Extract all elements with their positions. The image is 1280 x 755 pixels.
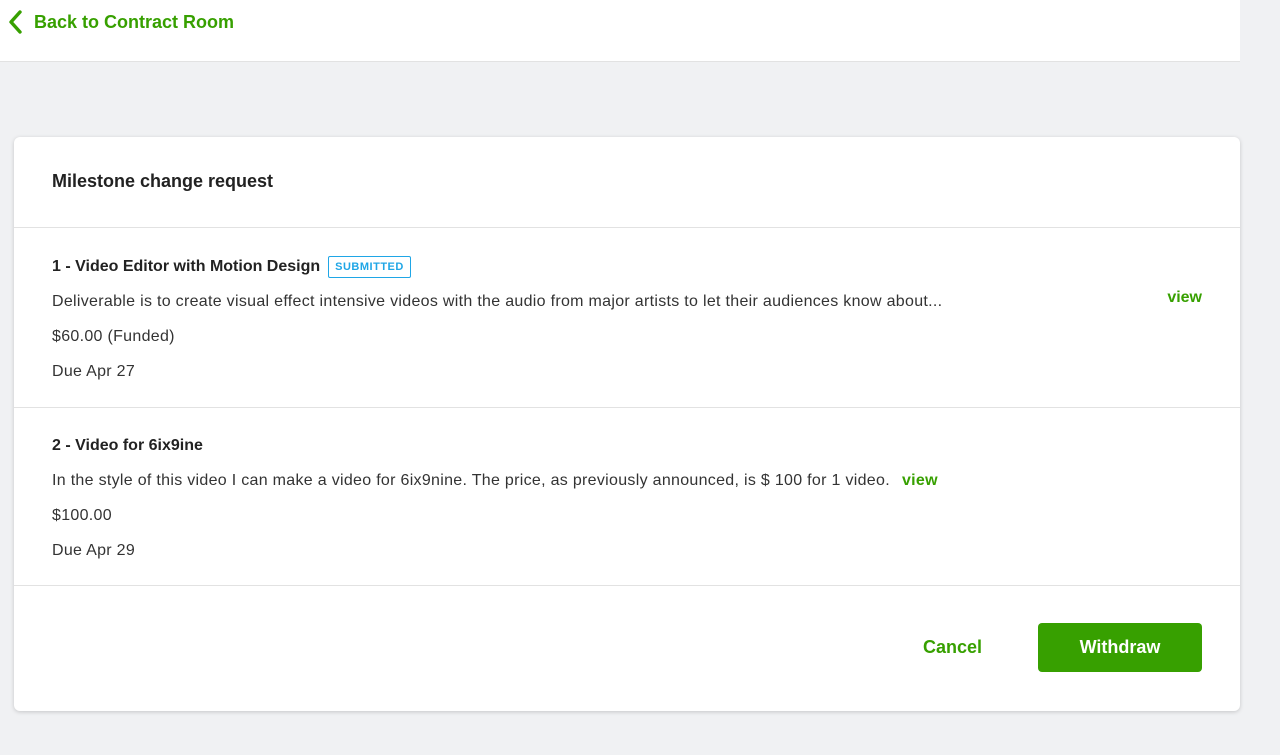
milestone-description-row: Deliverable is to create visual effect i…	[52, 290, 1202, 314]
back-to-contract-room-link[interactable]: Back to Contract Room	[8, 10, 234, 34]
milestone-title-row: 2 - Video for 6ix9ine	[52, 434, 1202, 458]
card-title: Milestone change request	[52, 171, 274, 191]
card-header: Milestone change request	[14, 137, 1240, 228]
withdraw-button[interactable]: Withdraw	[1038, 623, 1202, 672]
view-link[interactable]: view	[1167, 289, 1202, 307]
milestone-change-request-card: Milestone change request 1 - Video Edito…	[14, 137, 1240, 711]
chevron-left-icon	[8, 10, 22, 34]
milestone-amount: $60.00 (Funded)	[52, 328, 175, 345]
milestone-description-row: In the style of this video I can make a …	[52, 469, 1202, 493]
milestone-due-date: Due Apr 27	[52, 363, 136, 380]
milestone-description: In the style of this video I can make a …	[52, 472, 890, 489]
milestone-item: 2 - Video for 6ix9ine In the style of th…	[14, 408, 1240, 586]
back-link-label: Back to Contract Room	[34, 11, 235, 32]
milestone-due-date: Due Apr 29	[52, 542, 136, 559]
milestone-title-row: 1 - Video Editor with Motion Design SUBM…	[52, 255, 1202, 279]
cancel-button[interactable]: Cancel	[923, 637, 982, 658]
status-badge: SUBMITTED	[328, 256, 411, 278]
top-bar: Back to Contract Room	[0, 0, 1240, 62]
card-footer: Cancel Withdraw	[14, 586, 1240, 711]
milestone-description: Deliverable is to create visual effect i…	[52, 293, 943, 310]
milestone-title: 1 - Video Editor with Motion Design	[52, 258, 321, 275]
milestone-amount: $100.00	[52, 507, 112, 524]
view-link[interactable]: view	[902, 472, 938, 490]
milestone-item: 1 - Video Editor with Motion Design SUBM…	[14, 228, 1240, 408]
milestone-title: 2 - Video for 6ix9ine	[52, 437, 203, 454]
